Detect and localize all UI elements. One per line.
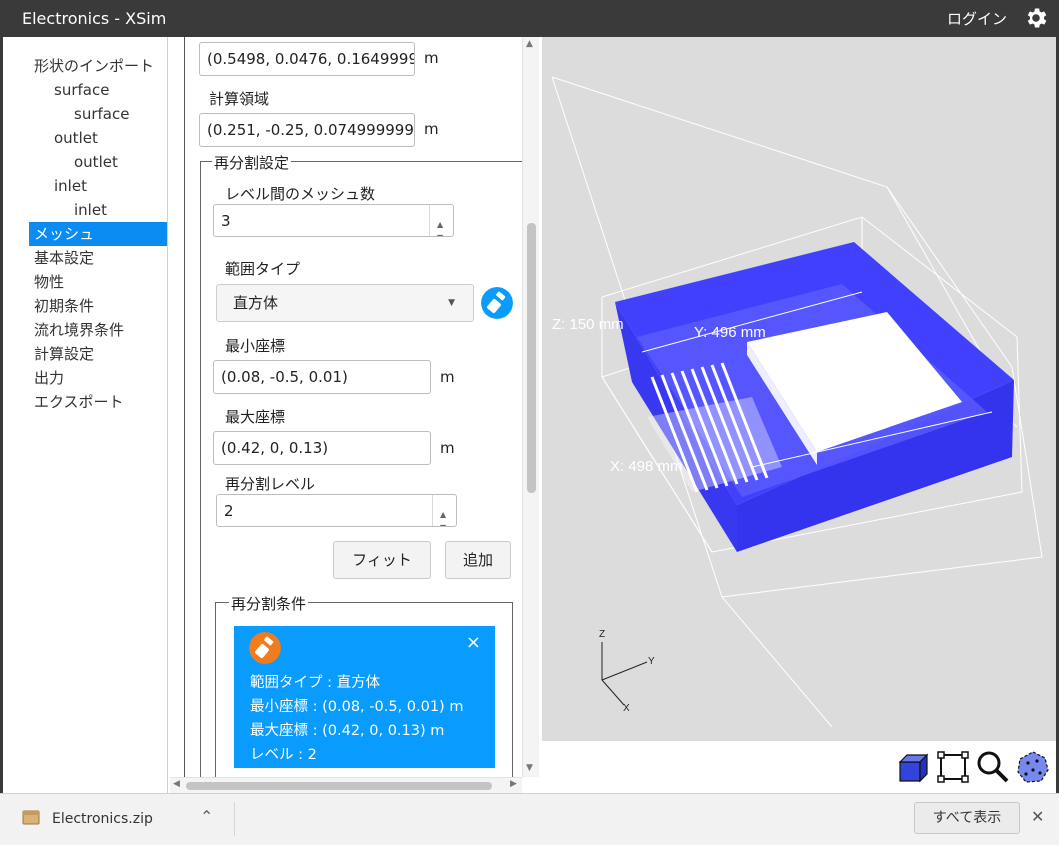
point-unit: m bbox=[424, 49, 439, 67]
z-dimension-label: Z: 150 mm bbox=[552, 316, 624, 333]
mesh-count-stepper[interactable]: 3 ▲▼ bbox=[213, 204, 454, 237]
scroll-thumb-horizontal[interactable] bbox=[186, 782, 492, 790]
3d-viewport[interactable]: Z: 150 mm Y: 496 mm X: 498 mm Z Y X bbox=[542, 37, 1056, 741]
brush-icon bbox=[249, 632, 281, 664]
chevron-down-icon: ▼ bbox=[448, 298, 455, 308]
refine-legend: 再分割設定 bbox=[212, 152, 292, 173]
scroll-down-arrow[interactable]: ▼ bbox=[526, 763, 533, 773]
axis-gizmo bbox=[601, 642, 648, 706]
scroll-up-arrow[interactable]: ▲ bbox=[526, 39, 533, 49]
axis-y-label: Y bbox=[648, 656, 655, 667]
sidebar-item-flow-boundary[interactable]: 流れ境界条件 bbox=[34, 318, 124, 342]
max-coord-input[interactable]: (0.42, 0, 0.13) bbox=[213, 431, 431, 465]
mesh-count-label: レベル間のメッシュ数 bbox=[225, 185, 376, 203]
panel-vertical-scrollbar[interactable]: ▲ ▼ bbox=[522, 37, 539, 777]
sidebar-item-inlet-group[interactable]: inlet bbox=[54, 174, 87, 198]
sidebar-item-calc-settings[interactable]: 計算設定 bbox=[34, 342, 94, 366]
zip-file-icon bbox=[22, 810, 40, 825]
card-min-line: 最小座標 : (0.08, -0.5, 0.01) m bbox=[250, 699, 464, 715]
download-filename[interactable]: Electronics.zip bbox=[52, 811, 153, 827]
axis-x-label: X bbox=[623, 703, 630, 714]
domain-unit: m bbox=[424, 120, 439, 138]
add-button[interactable]: 追加 bbox=[445, 541, 511, 579]
gear-icon[interactable] bbox=[1023, 5, 1049, 31]
close-icon[interactable]: ✕ bbox=[1031, 807, 1044, 826]
card-max-line: 最大座標 : (0.42, 0, 0.13) m bbox=[250, 723, 445, 739]
show-all-button[interactable]: すべて表示 bbox=[914, 802, 1020, 834]
sidebar-tree: 形状のインポート surface surface outlet outlet i… bbox=[3, 37, 168, 793]
scroll-thumb[interactable] bbox=[527, 223, 536, 493]
window-title: Electronics - XSim bbox=[22, 9, 167, 28]
sidebar-item-mesh[interactable]: メッシュ bbox=[29, 222, 167, 246]
download-separator bbox=[234, 802, 235, 836]
sidebar-item-surface-group[interactable]: surface bbox=[54, 78, 109, 102]
card-level-line: レベル : 2 bbox=[250, 747, 317, 763]
zoom-icon[interactable] bbox=[976, 750, 1010, 784]
scroll-left-arrow[interactable]: ◀ bbox=[173, 779, 180, 789]
card-type-line: 範囲タイプ : 直方体 bbox=[250, 675, 381, 691]
sidebar-item-inlet[interactable]: inlet bbox=[74, 198, 107, 222]
fit-button[interactable]: フィット bbox=[333, 541, 431, 579]
min-coord-label: 最小座標 bbox=[225, 337, 286, 355]
min-coord-unit: m bbox=[440, 368, 455, 386]
sidebar-item-outlet[interactable]: outlet bbox=[74, 150, 118, 174]
sidebar-item-outlet-group[interactable]: outlet bbox=[54, 126, 98, 150]
y-dimension-label: Y: 496 mm bbox=[694, 324, 766, 341]
download-bar: Electronics.zip ⌃ すべて表示 ✕ bbox=[0, 793, 1059, 845]
chevron-up-icon[interactable]: ⌃ bbox=[200, 807, 213, 826]
title-bar: Electronics - XSim ログイン bbox=[0, 0, 1059, 37]
domain-label: 計算領域 bbox=[209, 90, 270, 108]
refine-level-value: 2 bbox=[224, 502, 234, 520]
max-coord-unit: m bbox=[440, 439, 455, 457]
sidebar-item-properties[interactable]: 物性 bbox=[34, 270, 64, 294]
refine-level-stepper[interactable]: 2 ▲▼ bbox=[216, 494, 457, 527]
refine-level-spin[interactable]: ▲▼ bbox=[432, 495, 456, 526]
sidebar-item-import-shape[interactable]: 形状のインポート bbox=[34, 54, 154, 78]
mesh-count-value: 3 bbox=[221, 212, 231, 230]
range-type-select[interactable]: 直方体 ▼ bbox=[216, 284, 474, 322]
sidebar-item-basic-settings[interactable]: 基本設定 bbox=[34, 246, 94, 270]
viewport-toolbar bbox=[542, 741, 1056, 793]
refine-level-label: 再分割レベル bbox=[225, 475, 316, 493]
domain-input[interactable]: (0.251, -0.25, 0.0749999999 bbox=[199, 113, 415, 147]
mesh-settings-panel: (0.5498, 0.0476, 0.16499999 m 計算領域 (0.25… bbox=[170, 37, 540, 793]
fit-frame-icon[interactable] bbox=[936, 750, 970, 784]
close-icon[interactable]: × bbox=[466, 632, 481, 653]
scroll-right-arrow[interactable]: ▶ bbox=[510, 779, 517, 789]
range-type-value: 直方体 bbox=[233, 294, 279, 312]
mesh-count-spin[interactable]: ▲▼ bbox=[429, 205, 453, 236]
3d-model-view: Z: 150 mm Y: 496 mm X: 498 mm Z Y X bbox=[551, 76, 1043, 728]
max-coord-label: 最大座標 bbox=[225, 408, 286, 426]
login-link[interactable]: ログイン bbox=[947, 8, 1007, 29]
range-type-label: 範囲タイプ bbox=[225, 260, 301, 278]
panel-left-border bbox=[184, 37, 185, 777]
axis-z-label: Z bbox=[599, 629, 605, 640]
brush-icon[interactable] bbox=[481, 287, 513, 319]
panel-horizontal-scrollbar[interactable]: ◀ ▶ bbox=[170, 777, 522, 793]
point-input[interactable]: (0.5498, 0.0476, 0.16499999 bbox=[199, 42, 415, 76]
x-dimension-label: X: 498 mm bbox=[610, 458, 683, 475]
sidebar-item-output[interactable]: 出力 bbox=[34, 366, 64, 390]
cube-view-icon[interactable] bbox=[897, 750, 931, 784]
sidebar-item-initial-conditions[interactable]: 初期条件 bbox=[34, 294, 94, 318]
sidebar-item-export[interactable]: エクスポート bbox=[34, 390, 124, 414]
min-coord-input[interactable]: (0.08, -0.5, 0.01) bbox=[213, 360, 431, 394]
condition-card[interactable]: × 範囲タイプ : 直方体 最小座標 : (0.08, -0.5, 0.01) … bbox=[234, 626, 495, 768]
sphere-mesh-icon[interactable] bbox=[1016, 750, 1050, 784]
conditions-legend: 再分割条件 bbox=[229, 593, 309, 614]
sidebar-item-surface[interactable]: surface bbox=[74, 102, 129, 126]
